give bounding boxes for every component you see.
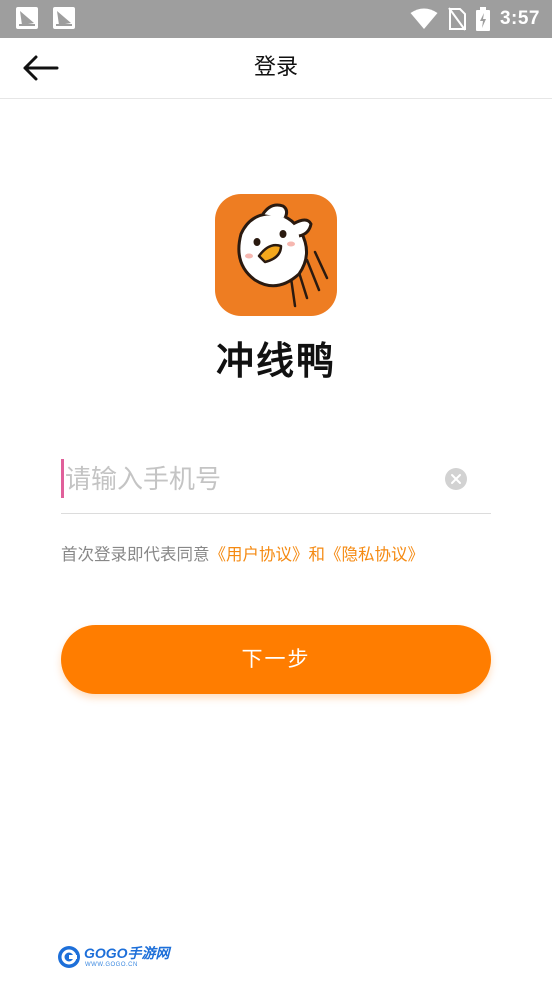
page-title: 登录 <box>253 55 298 80</box>
privacy-agreement-link[interactable]: 《隐私协议》 <box>325 545 424 564</box>
battery-charging-icon <box>475 7 490 31</box>
user-agreement-link[interactable]: 《用户协议》 <box>210 545 309 564</box>
watermark: GOGO手游网 WWW.GOGO.CN <box>57 945 170 975</box>
gogo-logo-icon <box>58 946 80 968</box>
app-header: 登录 <box>0 38 552 99</box>
wifi-icon <box>410 8 438 29</box>
next-step-button[interactable]: 下一步 <box>61 625 491 694</box>
clear-button[interactable] <box>445 468 467 490</box>
notification-icon <box>16 7 38 29</box>
watermark-url: WWW.GOGO.CN <box>85 962 138 968</box>
text-cursor <box>61 459 64 498</box>
no-sim-icon <box>448 7 466 31</box>
status-bar: 3:57 <box>0 0 552 38</box>
watermark-brand: GOGO手游网 <box>84 945 170 961</box>
clear-icon <box>451 474 461 484</box>
status-time: 3:57 <box>499 8 540 29</box>
app-logo <box>215 194 337 316</box>
notification-icon <box>53 7 75 29</box>
agreement-prefix: 首次登录即代表同意 <box>61 545 210 564</box>
duck-logo <box>237 203 329 308</box>
agreement-text: 首次登录即代表同意《用户协议》和《隐私协议》 <box>61 541 424 565</box>
app-name: 冲线鸭 <box>215 339 336 383</box>
agreement-and: 和 <box>308 545 326 564</box>
phone-input[interactable] <box>65 452 435 508</box>
phone-input-row <box>61 452 491 514</box>
